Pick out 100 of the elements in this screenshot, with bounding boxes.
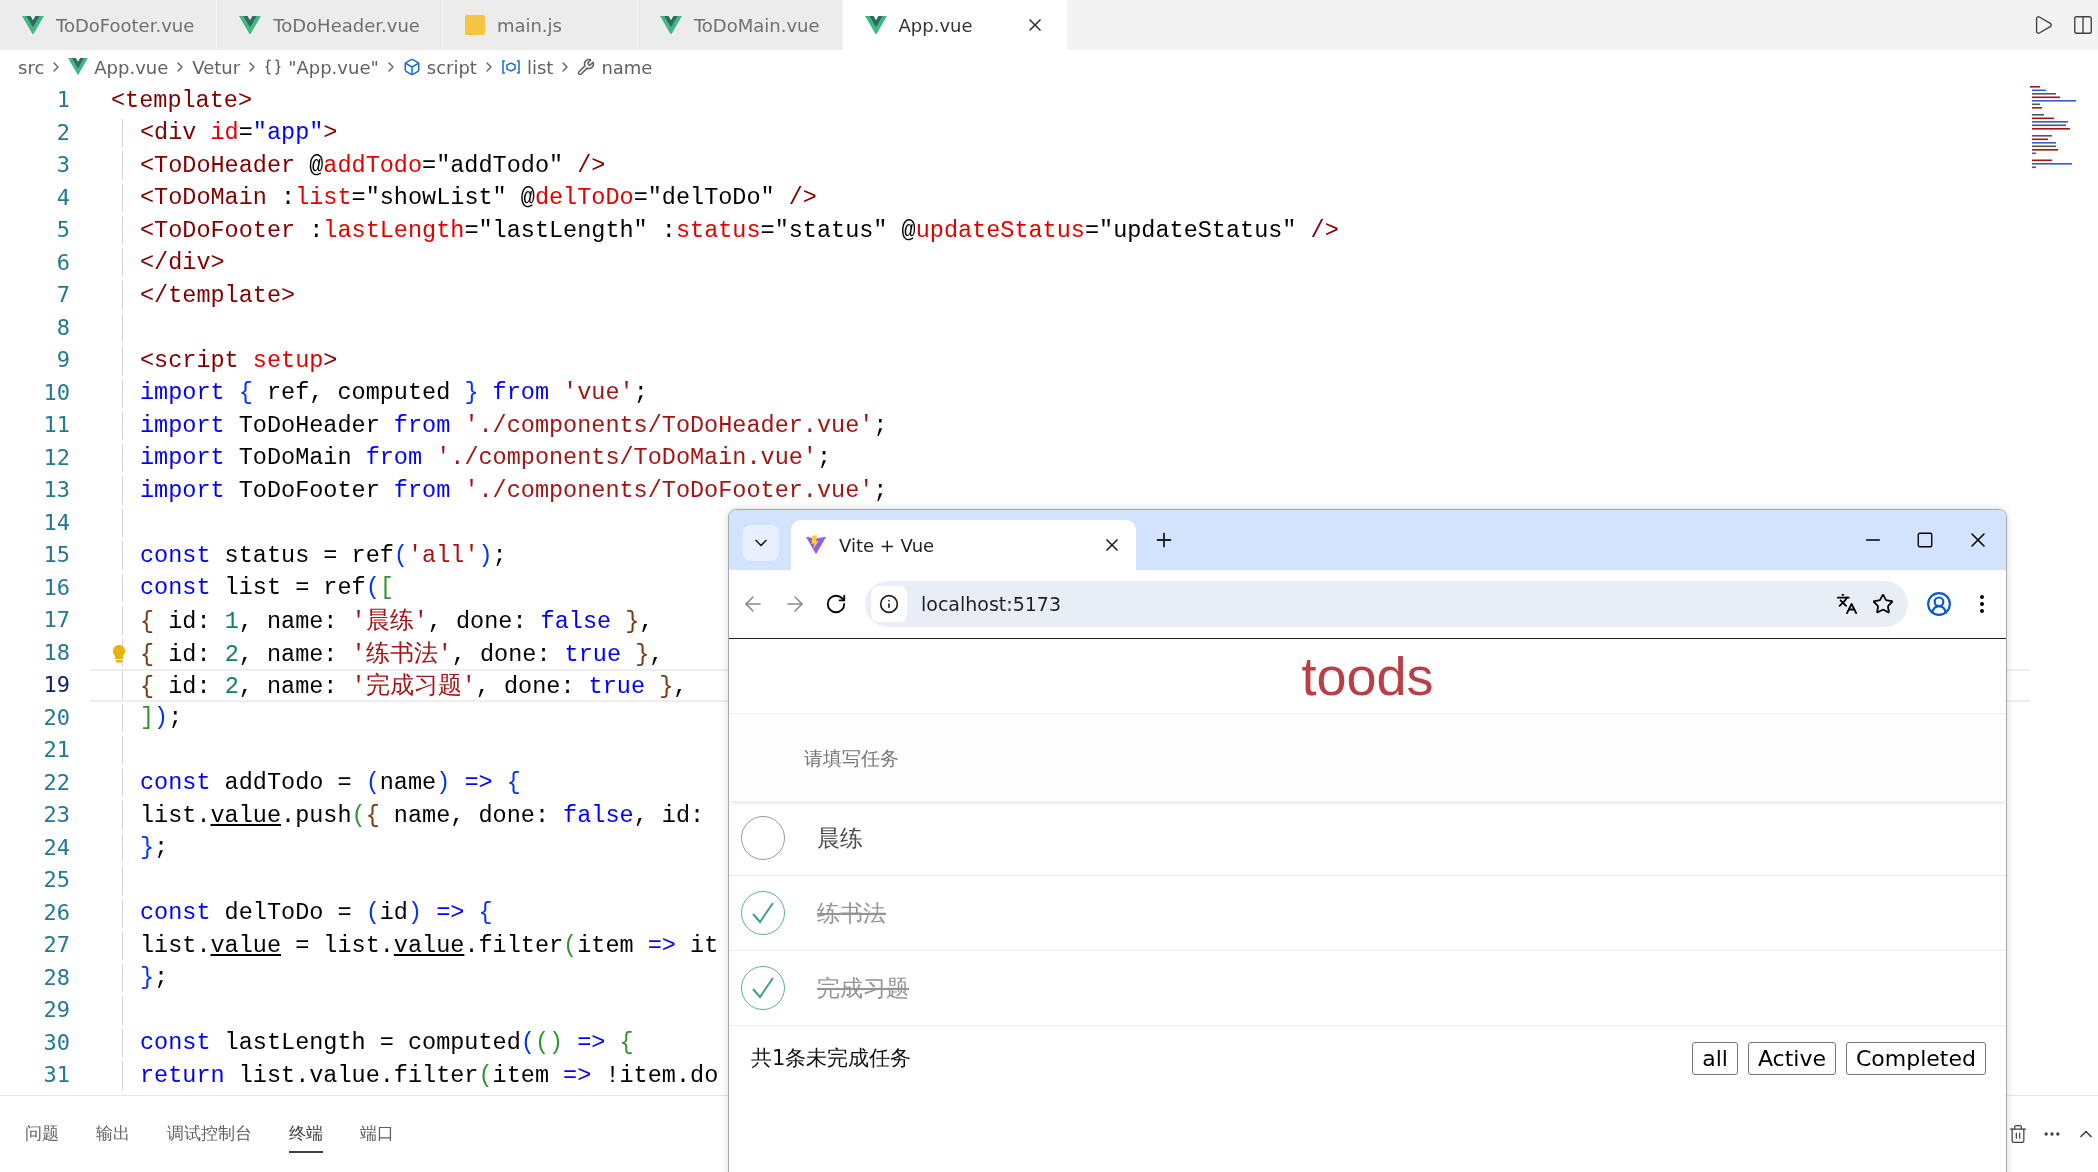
app-title: toods [1300,645,1435,708]
vue-icon [864,15,887,35]
editor-tab[interactable]: App.vue [842,0,1068,50]
line-number: 9 [55,346,71,374]
line-number: 19 [42,671,71,699]
todo-text: 晨练 [817,823,863,853]
info-icon [879,594,899,614]
trash-icon[interactable] [2008,1124,2028,1144]
editor-tab[interactable]: ToDoHeader.vue [217,0,443,50]
panel-tab[interactable]: 端口 [360,1115,394,1153]
panel-tab[interactable]: 终端 [289,1115,323,1153]
code-line: import { ref, computed } from 'vue'; [140,379,648,407]
code-line: }; [140,834,169,862]
code-line: import ToDoMain from './components/ToDoMain.vue'; [140,444,832,472]
line-number: 28 [42,963,71,992]
code-line: <div id="app"> [140,119,338,147]
line-number: 10 [42,378,71,407]
star-icon[interactable] [1872,593,1894,615]
panel-tab[interactable]: 输出 [96,1115,130,1153]
line-number: 20 [42,703,71,732]
line-number: 11 [42,411,71,439]
braces-icon [264,58,283,76]
line-number: 15 [42,541,71,569]
vue-icon [68,58,89,76]
check-icon [750,975,776,1001]
filter-button[interactable]: Active [1747,1041,1836,1075]
maximize-icon[interactable] [1916,531,1934,549]
editor-tab[interactable]: ToDoMain.vue [637,0,843,50]
code-line: { id: 2, name: '练书法', done: true }, [140,639,664,669]
breadcrumb-item[interactable]: App.vue [68,56,169,78]
browser-tab[interactable]: Vite + Vue [791,520,1136,570]
breadcrumb-item[interactable]: name [577,56,653,78]
variable-icon [500,59,521,75]
line-number: 21 [42,736,71,764]
code-line: <ToDoMain :list="showList" @delToDo="delToDo" /> [140,184,817,212]
code-line: import ToDoFooter from './components/ToDoFooter.vue'; [140,476,888,504]
todo-text: 练书法 [817,898,886,928]
line-number: 29 [42,996,71,1024]
code-line: const addTodo = (name) => { [140,769,521,797]
code-line: const delToDo = (id) => { [140,899,493,927]
reload-icon[interactable] [825,593,847,615]
address-bar[interactable]: localhost:5173 [865,581,1908,627]
code-line: import ToDoHeader from './components/ToDoHeader.vue'; [140,411,888,439]
line-number: 4 [55,183,71,212]
breadcrumb-item[interactable]: Vetur [192,56,241,78]
line-number: 14 [42,508,71,537]
breadcrumb-item[interactable]: list [500,56,554,78]
line-number: 24 [42,833,71,862]
line-number: 30 [42,1028,71,1057]
line-number: 8 [55,313,71,342]
line-number: 27 [42,931,71,959]
vue-icon [22,15,44,35]
code-line: { id: 2, name: '完成习题', done: true }, [140,671,688,702]
editor-tab[interactable]: ToDoFooter.vue [0,0,218,50]
split-editor-icon[interactable] [2072,14,2094,36]
code-line: </div> [140,249,225,277]
filter-button[interactable]: Completed [1846,1041,1986,1075]
code-line: const list = ref([ [140,574,394,602]
code-line: ]); [140,704,183,732]
line-number: 18 [42,638,71,667]
line-number: 31 [42,1061,71,1089]
editor-tab[interactable]: main.js [442,0,638,50]
translate-icon[interactable] [1836,593,1858,615]
code-line: list.value = list.value.filter(item => it [140,931,719,959]
line-number: 2 [55,118,71,147]
line-number: 5 [55,216,71,244]
code-line: return list.value.filter(item => !item.do [140,1061,719,1089]
site-info-button[interactable] [871,586,907,622]
line-number: 26 [42,898,71,927]
remaining-count: 共1条未完成任务 [751,1045,912,1072]
panel-tab[interactable]: 调试控制台 [167,1115,252,1153]
code-line: }; [140,964,169,992]
breadcrumb-item[interactable]: "App.vue" [264,56,379,78]
js-file-icon [464,15,485,35]
check-icon [750,900,776,926]
line-number: 25 [42,866,71,894]
profile-icon[interactable] [1926,591,1952,617]
breadcrumb-item[interactable]: script [402,56,477,78]
task-input[interactable]: 请填写任务 [729,713,2006,801]
filter-button[interactable]: all [1692,1041,1738,1075]
line-number: 6 [55,248,71,277]
line-number: 23 [42,801,71,829]
panel-tab[interactable]: 问题 [25,1115,59,1153]
line-number: 13 [42,476,71,504]
code-line: </template> [140,281,296,309]
wrench-icon [577,58,596,76]
vite-logo-icon [805,534,827,556]
line-number: 16 [42,573,71,602]
breadcrumb-item[interactable]: src [18,56,45,78]
code-line: <ToDoFooter :lastLength="lastLength" :status="status" @updateStatus="updateStatus" /> [140,216,1339,244]
code-line: const lastLength = computed(() => { [140,1029,634,1057]
code-line: const status = ref('all'); [140,541,507,569]
todo-text: 完成习题 [817,973,909,1003]
code-line: list.value.push({ name, done: false, id: [140,801,705,829]
cube-icon [402,58,421,76]
code-line: <ToDoHeader @addTodo="addTodo" /> [140,151,606,179]
code-line: <template> [111,86,253,114]
line-number: 12 [42,443,71,472]
line-number: 3 [55,151,71,179]
line-number: 7 [55,281,71,309]
